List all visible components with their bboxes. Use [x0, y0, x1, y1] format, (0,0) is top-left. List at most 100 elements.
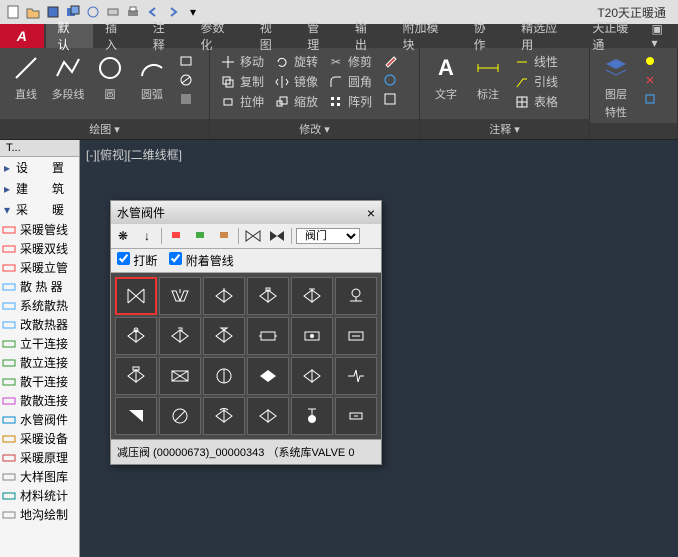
layer-state-1[interactable]: [638, 52, 662, 70]
btn-text[interactable]: A文字: [426, 52, 466, 102]
side-item-3[interactable]: 散 热 器: [0, 277, 79, 296]
side-item-9[interactable]: 散散连接: [0, 391, 79, 410]
side-item-10[interactable]: 水管阀件: [0, 410, 79, 429]
qat-dropdown-icon[interactable]: ▾: [184, 3, 202, 21]
btn-table[interactable]: 表格: [510, 92, 562, 111]
btn-line[interactable]: 直线: [6, 52, 46, 102]
qat-web-icon[interactable]: [84, 3, 102, 21]
btn-scale[interactable]: 缩放: [270, 92, 322, 111]
btn-offset-icon[interactable]: [378, 90, 402, 108]
valve-symbol-11[interactable]: [335, 317, 377, 355]
side-item-12[interactable]: 采暖原理: [0, 448, 79, 467]
side-group-0[interactable]: ▸设 置: [0, 157, 79, 178]
tab-featured[interactable]: 精选应用: [509, 24, 580, 48]
tab-manage[interactable]: 管理: [295, 24, 343, 48]
valve-symbol-1[interactable]: [159, 277, 201, 315]
valve-symbol-6[interactable]: [115, 317, 157, 355]
btn-linear[interactable]: 线性: [510, 52, 562, 71]
btn-polyline[interactable]: 多段线: [48, 52, 88, 102]
check-break[interactable]: 打断: [117, 252, 157, 269]
side-item-7[interactable]: 散立连接: [0, 353, 79, 372]
valve-symbol-12[interactable]: [115, 357, 157, 395]
valve-symbol-2[interactable]: [203, 277, 245, 315]
btn-explode-icon[interactable]: [378, 71, 402, 89]
btn-stretch[interactable]: 拉伸: [216, 92, 268, 111]
side-item-13[interactable]: 大样图库: [0, 467, 79, 486]
btn-hatch-icon[interactable]: [174, 71, 198, 89]
app-logo[interactable]: A: [0, 24, 44, 48]
side-group-2[interactable]: ▾采 暖: [0, 199, 79, 220]
btn-region-icon[interactable]: [174, 90, 198, 108]
side-item-0[interactable]: 采暖管线: [0, 220, 79, 239]
layer-state-3[interactable]: [638, 90, 662, 108]
btn-fillet[interactable]: 圆角: [324, 72, 376, 91]
btn-rect-icon[interactable]: [174, 52, 198, 70]
btn-array[interactable]: 阵列: [324, 92, 376, 111]
pal-btn-flag3-icon[interactable]: [214, 226, 234, 246]
check-attach[interactable]: 附着管线: [169, 252, 233, 269]
tab-addons[interactable]: 附加模块: [390, 24, 461, 48]
tab-default[interactable]: 默认: [46, 24, 94, 48]
side-item-4[interactable]: 系统散热: [0, 296, 79, 315]
btn-erase-icon[interactable]: [378, 52, 402, 70]
layer-state-2[interactable]: [638, 71, 662, 89]
tab-parametric[interactable]: 参数化: [188, 24, 247, 48]
valve-symbol-15[interactable]: [247, 357, 289, 395]
btn-circle[interactable]: 圆: [90, 52, 130, 102]
tab-tianzheng[interactable]: 天正暖通: [580, 24, 651, 48]
side-item-8[interactable]: 散干连接: [0, 372, 79, 391]
side-item-5[interactable]: 改散热器: [0, 315, 79, 334]
valve-symbol-23[interactable]: [335, 397, 377, 435]
btn-arc[interactable]: 圆弧: [132, 52, 172, 102]
panel-draw-label[interactable]: 绘图 ▾: [0, 119, 209, 139]
palette-titlebar[interactable]: 水管阀件 ×: [111, 201, 381, 224]
valve-symbol-9[interactable]: [247, 317, 289, 355]
btn-move[interactable]: 移动: [216, 52, 268, 71]
side-item-11[interactable]: 采暖设备: [0, 429, 79, 448]
btn-copy[interactable]: 复制: [216, 72, 268, 91]
side-item-14[interactable]: 材料统计: [0, 486, 79, 505]
valve-symbol-14[interactable]: [203, 357, 245, 395]
palette-category-select[interactable]: 阀门: [296, 228, 360, 244]
btn-mirror[interactable]: 镜像: [270, 72, 322, 91]
valve-symbol-17[interactable]: [335, 357, 377, 395]
panel-modify-label[interactable]: 修改 ▾: [210, 119, 419, 139]
qat-new-icon[interactable]: [4, 3, 22, 21]
panel-annot-label[interactable]: 注释 ▾: [420, 119, 589, 139]
side-item-1[interactable]: 采暖双线: [0, 239, 79, 258]
pal-btn-flag1-icon[interactable]: [166, 226, 186, 246]
pal-btn-down-icon[interactable]: ↓: [137, 226, 157, 246]
valve-symbol-3[interactable]: [247, 277, 289, 315]
tab-overflow-icon[interactable]: ▣ ▾: [652, 22, 673, 50]
valve-symbol-18[interactable]: [115, 397, 157, 435]
pal-btn-spray-icon[interactable]: ❋: [113, 226, 133, 246]
side-item-2[interactable]: 采暖立管: [0, 258, 79, 277]
valve-symbol-4[interactable]: [291, 277, 333, 315]
pal-btn-valve1-icon[interactable]: [243, 226, 263, 246]
valve-symbol-8[interactable]: [203, 317, 245, 355]
tab-collab[interactable]: 协作: [462, 24, 510, 48]
valve-symbol-21[interactable]: [247, 397, 289, 435]
tab-view[interactable]: 视图: [248, 24, 296, 48]
side-tab[interactable]: T...: [0, 140, 79, 157]
valve-symbol-5[interactable]: [335, 277, 377, 315]
valve-symbol-22[interactable]: [291, 397, 333, 435]
tab-annotate[interactable]: 注释: [141, 24, 189, 48]
valve-symbol-10[interactable]: [291, 317, 333, 355]
btn-layers[interactable]: 图层特性: [596, 52, 636, 120]
viewport-label[interactable]: [-][俯视][二维线框]: [86, 146, 182, 163]
valve-symbol-0[interactable]: [115, 277, 157, 315]
btn-rotate[interactable]: 旋转: [270, 52, 322, 71]
valve-symbol-13[interactable]: [159, 357, 201, 395]
pal-btn-valve2-icon[interactable]: [267, 226, 287, 246]
btn-dim[interactable]: 标注: [468, 52, 508, 102]
valve-symbol-7[interactable]: [159, 317, 201, 355]
valve-symbol-16[interactable]: [291, 357, 333, 395]
side-item-6[interactable]: 立干连接: [0, 334, 79, 353]
side-group-1[interactable]: ▸建 筑: [0, 178, 79, 199]
close-icon[interactable]: ×: [367, 205, 375, 221]
valve-symbol-20[interactable]: [203, 397, 245, 435]
pal-btn-flag2-icon[interactable]: [190, 226, 210, 246]
tab-output[interactable]: 输出: [343, 24, 391, 48]
btn-trim[interactable]: ✂修剪: [324, 52, 376, 71]
